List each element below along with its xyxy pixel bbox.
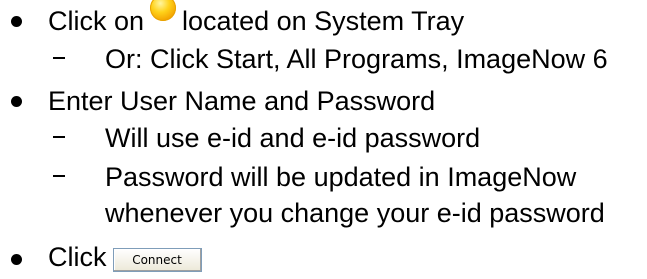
instruction-text: Click	[48, 242, 107, 272]
instruction-enter-credentials: Enter User Name and Password	[48, 86, 436, 116]
connect-button[interactable]: Connect	[112, 248, 202, 272]
dash-marker	[53, 175, 65, 177]
instruction-text: Click on	[48, 6, 145, 36]
instruction-click-tray-icon: Click on located on System Tray	[48, 0, 465, 38]
dash-marker	[53, 57, 65, 59]
bullet-marker	[11, 16, 22, 27]
instruction-eid-credentials: Will use e-id and e-id password	[105, 123, 481, 153]
dash-marker	[53, 136, 65, 138]
instruction-click-connect: Click Connect	[48, 240, 202, 274]
bullet-marker	[11, 254, 22, 265]
instruction-password-update: Password will be updated in ImageNow	[105, 162, 577, 192]
imagenow-tray-icon	[150, 0, 177, 21]
instruction-start-menu: Or: Click Start, All Programs, ImageNow …	[105, 44, 608, 74]
instruction-text: located on System Tray	[182, 6, 465, 36]
bullet-marker	[11, 96, 22, 107]
instruction-password-update-cont: whenever you change your e-id password	[105, 198, 605, 228]
